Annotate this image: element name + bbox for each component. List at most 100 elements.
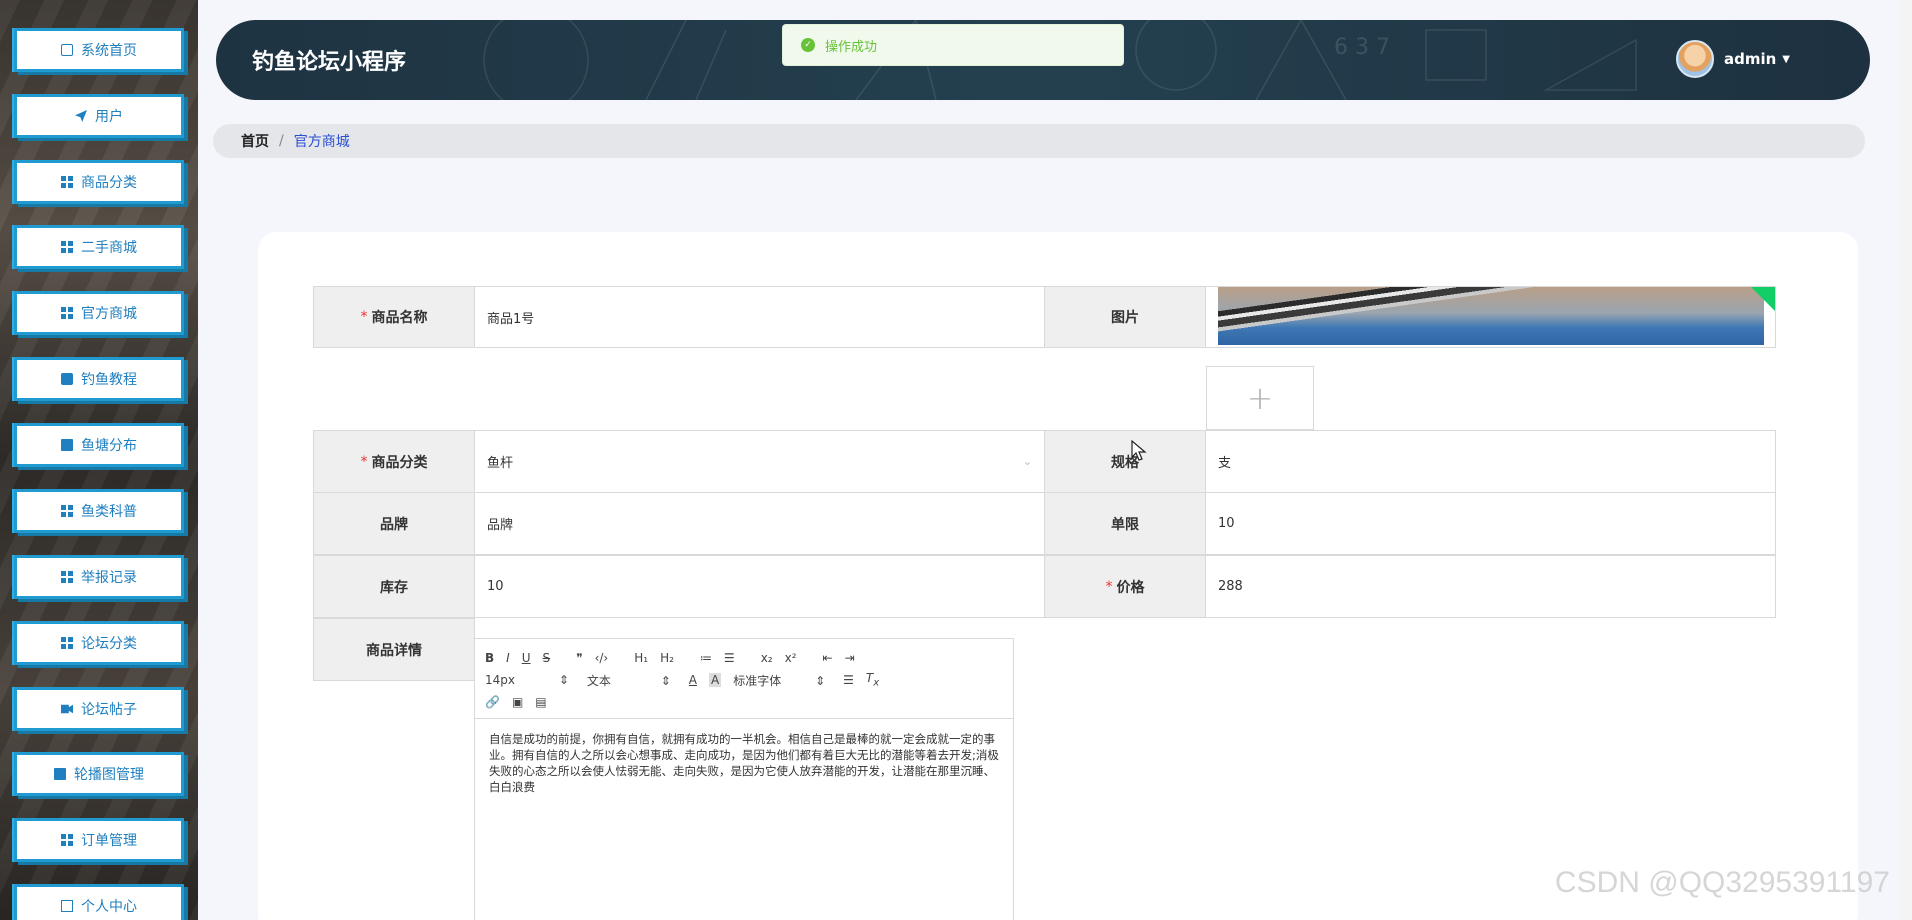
sidebar-item-forum-posts[interactable]: 论坛帖子 [14,687,184,731]
sidebar-item-secondhand-mall[interactable]: 二手商城 [14,225,184,269]
image-icon[interactable]: ▣ [512,695,523,709]
scrollbar[interactable] [1900,0,1912,920]
background-color-icon[interactable]: A [709,673,722,687]
editor-toolbar: B I U S ❞ ‹/› H₁ H₂ ≔ ☰ x₂ x² ⇤ ⇥ 14px ⇕ [475,639,1013,719]
sidebar-item-label: 商品分类 [81,175,137,191]
blockquote-button[interactable]: ❞ [576,651,582,665]
select-arrows-icon: ⇕ [558,673,569,687]
limit-label: 单限 [1044,492,1206,555]
sidebar-item-carousel[interactable]: 轮播图管理 [14,752,184,796]
breadcrumb: 首页 / 官方商城 [213,124,1865,158]
sidebar-item-fish-science[interactable]: 鱼类科普 [14,489,184,533]
upload-plus-button[interactable]: + [1206,366,1314,430]
ordered-list-button[interactable]: ≔ [700,651,712,665]
font-size-select[interactable]: 14px ⇕ [485,673,569,687]
sidebar-item-fishing-tutorial[interactable]: 钓鱼教程 [14,357,184,401]
monitor-icon [54,768,66,780]
home-icon [61,44,73,56]
font-color-icon[interactable]: A [689,673,697,687]
h1-button[interactable]: H₁ [634,651,648,665]
sidebar-item-label: 系统首页 [81,43,137,59]
spec-input[interactable]: 支 [1205,430,1776,493]
video-icon[interactable]: ▤ [535,695,546,709]
product-name-input[interactable]: 商品1号 [474,286,1045,348]
sidebar-item-pond-distribution[interactable]: 鱼塘分布 [14,423,184,467]
grid-icon [61,637,73,649]
chevron-down-icon: ⌄ [1022,455,1032,468]
category-select[interactable]: 鱼杆 ⌄ [474,430,1045,493]
breadcrumb-home[interactable]: 首页 [241,131,269,151]
sidebar-item-label: 轮播图管理 [74,767,144,783]
h2-button[interactable]: H₂ [660,651,674,665]
bold-button[interactable]: B [485,651,494,665]
sidebar-item-label: 官方商城 [81,306,137,322]
font-size-value: 14px [485,673,515,687]
sidebar-item-label: 论坛分类 [81,636,137,652]
rich-text-editor[interactable]: B I U S ❞ ‹/› H₁ H₂ ≔ ☰ x₂ x² ⇤ ⇥ 14px ⇕ [474,638,1014,920]
limit-input[interactable]: 10 [1205,492,1776,555]
underline-button[interactable]: U [522,651,531,665]
required-mark: * [360,309,368,325]
sidebar-item-orders[interactable]: 订单管理 [14,818,184,862]
breadcrumb-separator: / [279,133,284,149]
sidebar-item-profile[interactable]: 个人中心 [14,884,184,920]
sidebar: 系统首页 用户 商品分类 二手商城 官方商城 钓鱼教程 鱼塘分布 鱼类科普 举报… [0,0,198,920]
outdent-button[interactable]: ⇤ [823,651,833,665]
grid-icon [61,176,73,188]
send-icon [75,110,87,122]
toast-message: 操作成功 [825,39,878,55]
block-type-select[interactable]: 文本 ⇕ [587,672,671,689]
italic-button[interactable]: I [506,651,510,665]
category-label: * 商品分类 [313,430,475,493]
strike-button[interactable]: S [543,651,551,665]
app-title: 钓鱼论坛小程序 [252,50,407,75]
subscript-button[interactable]: x₂ [761,651,773,665]
monitor-icon [61,439,73,451]
grid-icon [61,241,73,253]
sidebar-item-label: 个人中心 [81,899,137,915]
sidebar-item-label: 二手商城 [81,240,137,256]
stock-label: 库存 [313,555,475,618]
sidebar-item-users[interactable]: 用户 [14,94,184,138]
mouse-cursor-icon [1131,440,1147,461]
font-family-select[interactable]: 标准字体 ⇕ [733,672,825,689]
breadcrumb-current: 官方商城 [293,134,350,150]
select-arrows-icon: ⇕ [815,673,826,688]
plus-icon: + [1246,379,1274,417]
label-text: 商品名称 [371,310,428,326]
grid-icon [61,307,73,319]
sidebar-item-label: 钓鱼教程 [81,372,137,388]
code-button[interactable]: ‹/› [595,651,609,665]
spec-label: 规格 [1044,430,1206,493]
align-icon[interactable]: ☰ [843,673,854,687]
uploaded-check-badge [1751,287,1775,311]
label-text: 商品分类 [371,454,428,471]
select-arrows-icon: ⇕ [660,673,671,688]
required-mark: * [1105,578,1113,595]
sidebar-item-product-category[interactable]: 商品分类 [14,160,184,204]
clipboard-icon [61,373,73,385]
sidebar-item-home[interactable]: 系统首页 [14,28,184,72]
category-selected-value: 鱼杆 [487,456,514,471]
indent-button[interactable]: ⇥ [845,651,855,665]
image-preview[interactable] [1205,286,1776,348]
sidebar-item-official-mall[interactable]: 官方商城 [14,291,184,335]
brand-input[interactable]: 品牌 [474,492,1045,555]
editor-content[interactable]: 自信是成功的前提，你拥有自信，就拥有成功的一半机会。相信自己是最棒的就一定会成就… [475,719,1013,807]
link-icon[interactable]: 🔗 [485,695,500,709]
sidebar-item-label: 鱼塘分布 [81,438,137,454]
user-menu[interactable]: admin ▼ [1675,40,1790,78]
price-input[interactable]: 288 [1205,555,1776,618]
product-photo [1218,287,1764,345]
sidebar-item-report-records[interactable]: 举报记录 [14,555,184,599]
price-label: * 价格 [1044,555,1206,618]
sidebar-item-label: 鱼类科普 [81,504,137,520]
video-icon [61,704,73,714]
success-toast: ✓ 操作成功 [782,24,1124,66]
stock-input[interactable]: 10 [474,555,1045,618]
superscript-button[interactable]: x² [785,651,797,665]
clear-format-icon[interactable]: Tx [866,671,879,688]
bullet-list-button[interactable]: ☰ [724,651,735,665]
sidebar-item-forum-category[interactable]: 论坛分类 [14,621,184,665]
sidebar-item-label: 用户 [95,109,123,125]
